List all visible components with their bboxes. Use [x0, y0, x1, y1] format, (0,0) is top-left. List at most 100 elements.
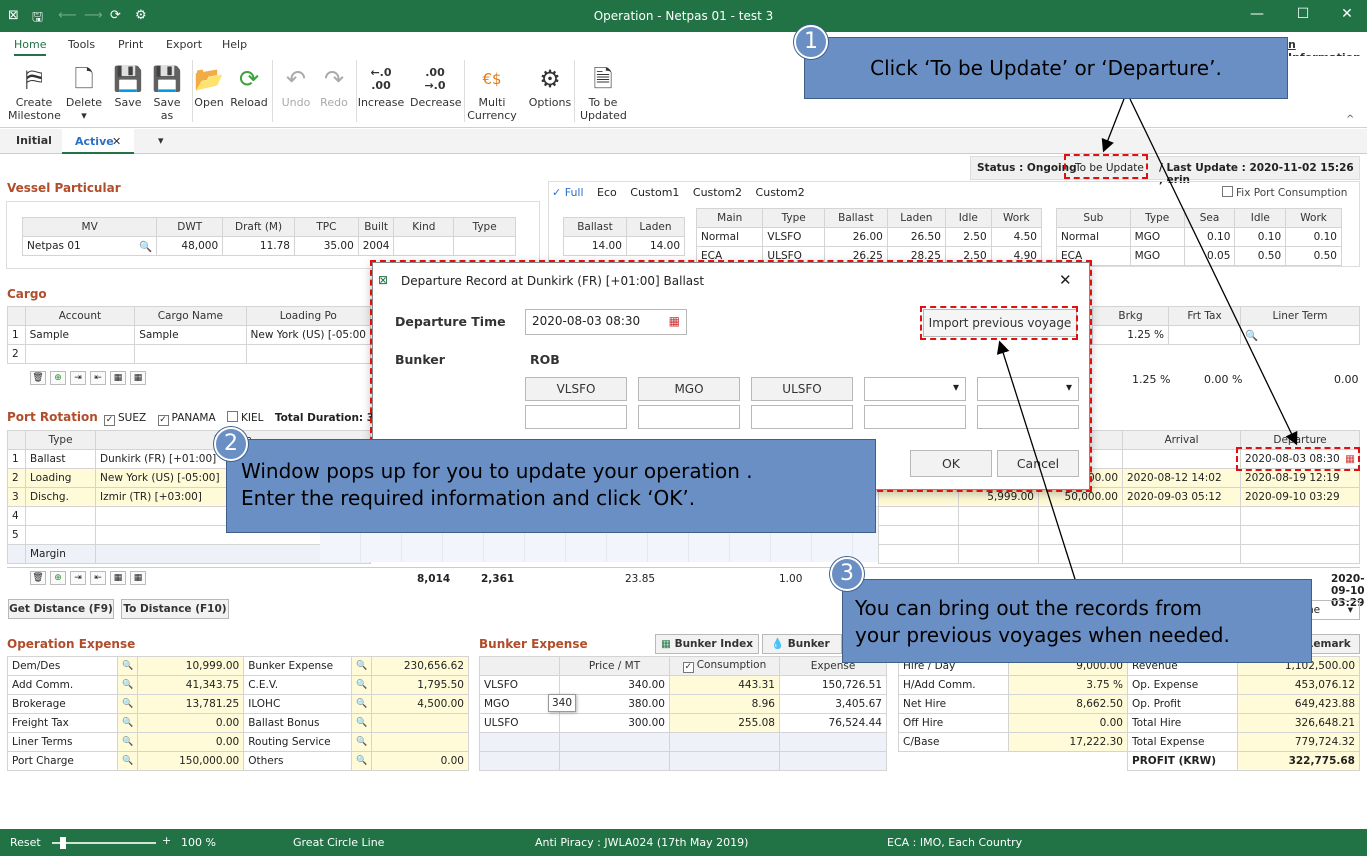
- zoom-slider[interactable]: [52, 842, 156, 844]
- vessel-mv-cell[interactable]: Netpas 01 🔍: [21, 236, 158, 256]
- zoom-slider-handle[interactable]: [60, 837, 66, 849]
- search-icon[interactable]: 🔍: [351, 675, 373, 695]
- port-type-cell[interactable]: Ballast: [25, 449, 96, 469]
- port-type-cell[interactable]: [25, 525, 96, 545]
- milestone-ribbon-button[interactable]: ⛿ Create Milestone: [8, 62, 61, 123]
- cargo-name-cell[interactable]: [134, 344, 247, 364]
- bunker-value-cell[interactable]: 300.00: [559, 713, 670, 733]
- op-expense-value[interactable]: 0.00: [137, 713, 245, 733]
- op-expense-value[interactable]: 0.00: [371, 751, 469, 771]
- eca-status[interactable]: ECA : IMO, Each Country: [887, 836, 1022, 849]
- great-circle-line[interactable]: Great Circle Line: [293, 836, 384, 849]
- bunker-value-cell[interactable]: 8.96: [669, 694, 780, 714]
- arrival-cell[interactable]: 2020-09-03 05:12: [1122, 487, 1241, 507]
- collapse-ribbon-icon[interactable]: ^: [1346, 114, 1354, 125]
- reset-zoom-button[interactable]: Reset: [10, 836, 41, 849]
- bunker-value-cell[interactable]: 340.00: [559, 675, 670, 695]
- sub-cons-cell[interactable]: 0.10: [1285, 227, 1342, 247]
- departure-cell[interactable]: 2020-08-19 12:19: [1240, 468, 1360, 488]
- speed-tab-custom2b[interactable]: Custom2: [756, 186, 805, 199]
- main-cons-cell[interactable]: 26.50: [886, 227, 946, 247]
- main-cons-cell[interactable]: 2.50: [944, 227, 992, 247]
- search-icon[interactable]: 🔍: [351, 656, 373, 676]
- main-cons-cell[interactable]: 4.50: [990, 227, 1043, 247]
- vessel-kind-cell[interactable]: [393, 236, 455, 256]
- bunker-value-cell[interactable]: 150,726.51: [779, 675, 887, 695]
- increase-decimal-ribbon-button[interactable]: ←.0 .00 Increase: [356, 62, 406, 109]
- search-icon[interactable]: 🔍: [351, 713, 373, 733]
- delete-ribbon-button[interactable]: 🗋 Delete ▾: [62, 62, 106, 123]
- hire-value[interactable]: 17,222.30: [1008, 732, 1128, 752]
- to-distance-button[interactable]: To Distance (F10): [121, 599, 229, 619]
- search-icon[interactable]: 🔍: [139, 240, 152, 253]
- op-expense-value[interactable]: 230,656.62: [371, 656, 469, 676]
- tab-initial[interactable]: Initial: [16, 134, 52, 147]
- currency-ribbon-button[interactable]: €$ Multi Currency: [464, 62, 520, 122]
- search-icon[interactable]: 🔍: [116, 732, 139, 752]
- op-expense-value[interactable]: 41,343.75: [137, 675, 245, 695]
- cargo-account-cell[interactable]: [24, 344, 136, 364]
- port-type-cell[interactable]: Loading: [25, 468, 96, 488]
- vessel-draft-cell[interactable]: 11.78: [222, 236, 295, 256]
- search-icon[interactable]: 🔍: [351, 751, 373, 771]
- search-icon[interactable]: 🔍: [116, 656, 139, 676]
- maximize-icon[interactable]: ☐: [1288, 6, 1318, 22]
- bunker-value-cell[interactable]: 380.00: [559, 694, 670, 714]
- laden-cell[interactable]: 14.00: [625, 236, 686, 256]
- vessel-type-cell[interactable]: [453, 236, 516, 256]
- search-icon[interactable]: 🔍: [116, 675, 139, 695]
- zoom-in-icon[interactable]: +: [162, 834, 171, 847]
- cargo-loading-cell[interactable]: New York (US) [-05:00: [245, 325, 372, 345]
- report-search-ribbon-button[interactable]: 🗎 To be Updated: [580, 62, 627, 123]
- search-icon[interactable]: 🔍: [351, 732, 373, 752]
- speed-tab-custom2[interactable]: Custom2: [693, 186, 742, 199]
- sub-cons-cell[interactable]: 0.50: [1285, 246, 1342, 266]
- vessel-dwt-cell[interactable]: 48,000: [156, 236, 224, 256]
- cargo-loading-cell[interactable]: [245, 344, 372, 364]
- add-icon[interactable]: ⊕: [50, 371, 66, 385]
- search-icon[interactable]: 🔍: [1245, 330, 1258, 342]
- speed-tab-eco[interactable]: Eco: [597, 186, 617, 199]
- col-tpc[interactable]: TPC: [293, 217, 359, 237]
- bunker-value-cell[interactable]: 76,524.44: [779, 713, 887, 733]
- port-type-cell[interactable]: Dischg.: [25, 487, 96, 507]
- ballast-cell[interactable]: 14.00: [563, 236, 627, 256]
- op-expense-value[interactable]: [371, 713, 469, 733]
- cargo-name-cell[interactable]: Sample: [134, 325, 247, 345]
- op-expense-value[interactable]: 150,000.00: [137, 751, 245, 771]
- insert-row-icon[interactable]: ⇥: [70, 371, 86, 385]
- vessel-tpc-cell[interactable]: 35.00: [293, 236, 359, 256]
- close-tab-icon[interactable]: ✕: [112, 135, 121, 148]
- bunker-value-cell[interactable]: 255.08: [669, 713, 780, 733]
- folder-ribbon-button[interactable]: 📂 Open: [192, 62, 226, 110]
- liner-term-cell[interactable]: 🔍: [1240, 325, 1360, 345]
- reload-ribbon-button[interactable]: ⟳ Reload: [228, 62, 270, 110]
- grid-icon[interactable]: ▦: [110, 371, 126, 385]
- sub-cons-cell[interactable]: 0.10: [1183, 227, 1236, 247]
- bunker-value-cell[interactable]: 443.31: [669, 675, 780, 695]
- op-expense-value[interactable]: 1,795.50: [371, 675, 469, 695]
- bunker-value-cell[interactable]: 3,405.67: [779, 694, 887, 714]
- save-as-ribbon-button[interactable]: 💾 Save as: [148, 62, 186, 123]
- port-type-cell[interactable]: [25, 506, 96, 526]
- fix-port-checkbox[interactable]: [1222, 186, 1233, 197]
- fix-port-consumption[interactable]: Fix Port Consumption: [1222, 186, 1347, 199]
- arrival-cell[interactable]: 2020-08-12 14:02: [1122, 468, 1241, 488]
- menu-home[interactable]: Home: [14, 38, 47, 56]
- search-icon[interactable]: 🔍: [116, 751, 139, 771]
- op-expense-value[interactable]: 4,500.00: [371, 694, 469, 714]
- kiel-checkbox[interactable]: KIEL: [227, 411, 263, 424]
- decrease-decimal-ribbon-button[interactable]: .00 →.0 Decrease: [410, 62, 462, 109]
- save-ribbon-button[interactable]: 💾 Save: [110, 62, 146, 110]
- sub-cons-cell[interactable]: 0.10: [1234, 227, 1287, 247]
- close-window-icon[interactable]: ✕: [1332, 6, 1362, 22]
- sub-cons-cell[interactable]: 0.05: [1183, 246, 1236, 266]
- bunker-index-button[interactable]: ▦ Bunker Index: [655, 634, 759, 654]
- op-expense-value[interactable]: 13,781.25: [137, 694, 245, 714]
- gear-ribbon-button[interactable]: ⚙ Options: [528, 62, 572, 110]
- grid-alt-icon[interactable]: ▦: [130, 371, 146, 385]
- split-row-icon[interactable]: ⇤: [90, 371, 106, 385]
- suez-checkbox[interactable]: ✓ SUEZ: [104, 412, 146, 426]
- search-icon[interactable]: 🔍: [116, 713, 139, 733]
- op-expense-value[interactable]: [371, 732, 469, 752]
